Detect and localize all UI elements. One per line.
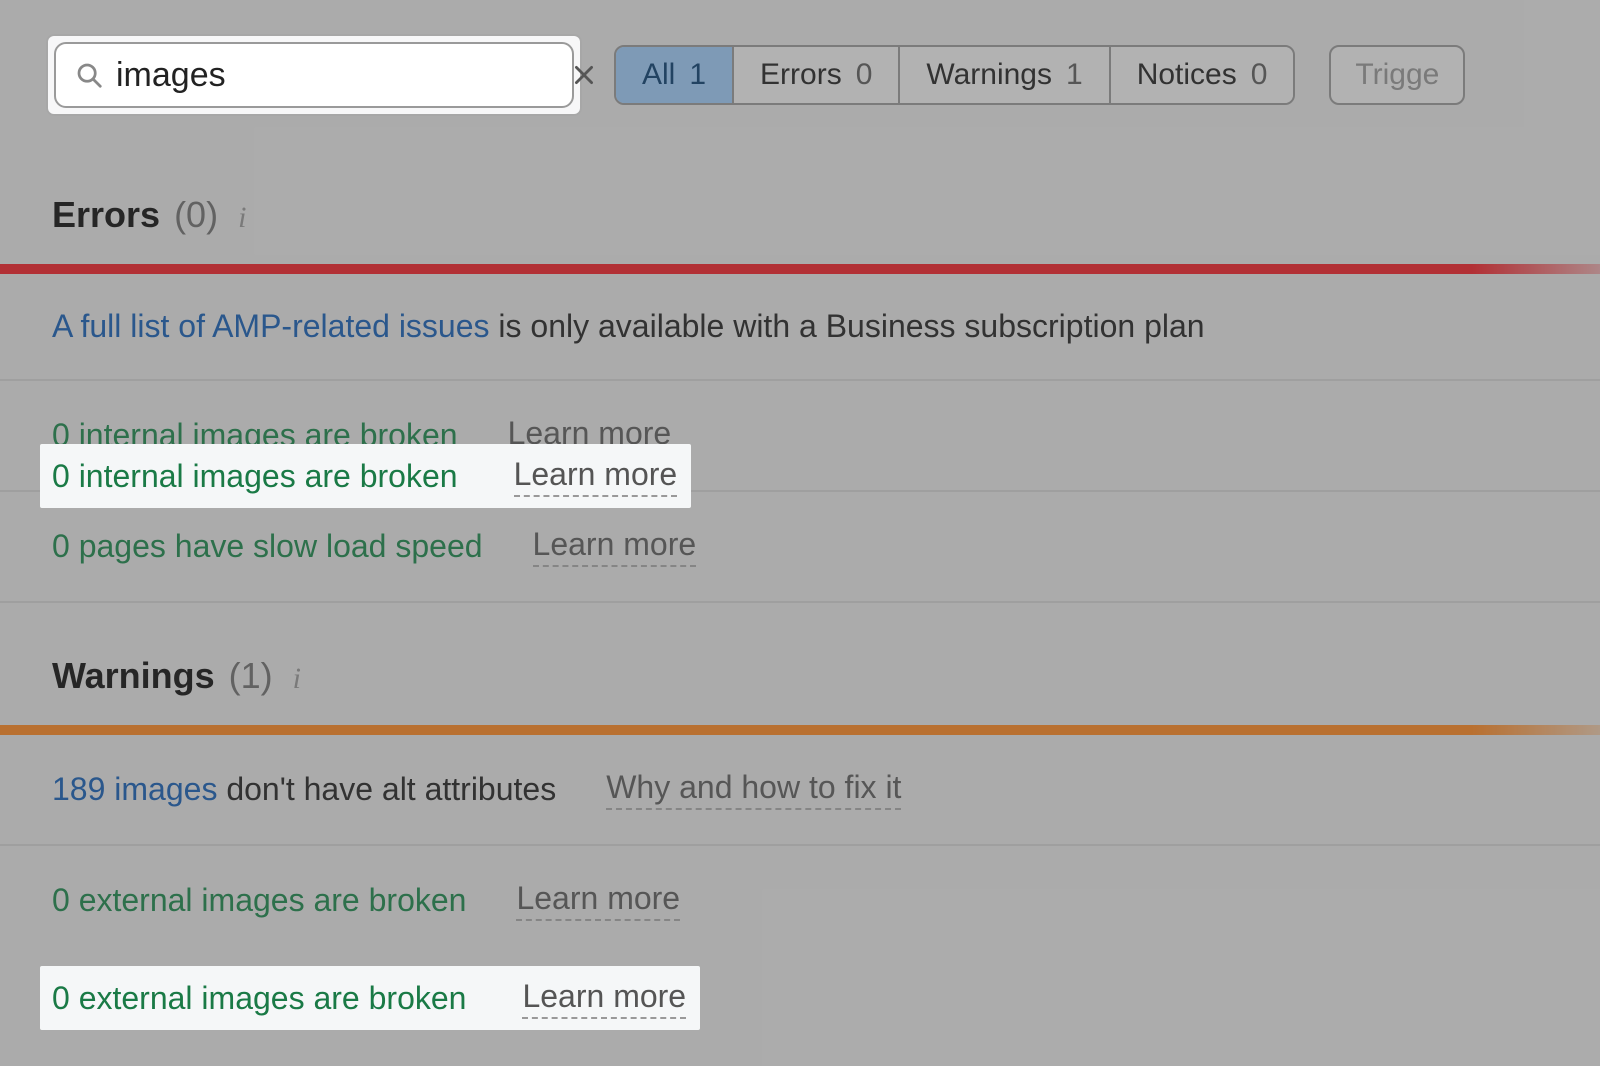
search-highlight (48, 36, 580, 114)
section-count: (0) (174, 194, 218, 236)
amp-issues-link[interactable]: A full list of AMP-related issues (52, 308, 490, 344)
filter-label: Notices (1137, 58, 1237, 92)
filter-warnings[interactable]: Warnings 1 (900, 47, 1110, 103)
highlight-text: 0 internal images are broken (52, 458, 458, 495)
close-icon (571, 62, 597, 88)
section-title: Errors (52, 194, 160, 236)
warnings-section-heading: Warnings (1) i (0, 603, 1600, 725)
why-fix-link[interactable]: Why and how to fix it (606, 769, 901, 810)
filter-notices[interactable]: Notices 0 (1111, 47, 1294, 103)
filter-count: 0 (856, 58, 873, 92)
row-amp-issues: A full list of AMP-related issues is onl… (0, 274, 1600, 381)
info-icon[interactable]: i (287, 662, 301, 696)
filter-label: Warnings (926, 58, 1052, 92)
search-field[interactable] (54, 42, 574, 108)
clear-search-button[interactable] (571, 60, 597, 90)
learn-more-link[interactable]: Learn more (516, 880, 680, 921)
trigger-button-label: Trigge (1355, 58, 1439, 92)
filter-all[interactable]: All 1 (616, 47, 734, 103)
highlight-internal-images: 0 internal images are broken Learn more (40, 444, 691, 508)
highlight-external-images: 0 external images are broken Learn more (40, 966, 700, 1030)
alt-attr-text: don't have alt attributes (217, 771, 556, 807)
row-external-images: 0 external images are broken Learn more (0, 846, 1600, 955)
learn-more-link[interactable]: Learn more (514, 456, 678, 497)
learn-more-link[interactable]: Learn more (533, 526, 697, 567)
trigger-button[interactable]: Trigge (1329, 45, 1465, 105)
learn-more-link[interactable]: Learn more (522, 978, 686, 1019)
filter-tabs: All 1 Errors 0 Warnings 1 Notices 0 (614, 45, 1295, 105)
filter-label: All (642, 58, 675, 92)
filter-errors[interactable]: Errors 0 (734, 47, 900, 103)
filter-label: Errors (760, 58, 842, 92)
filter-count: 0 (1251, 58, 1268, 92)
errors-rule (0, 264, 1600, 274)
row-slow-load: 0 pages have slow load speed Learn more (0, 492, 1600, 603)
filter-count: 1 (1066, 58, 1083, 92)
section-title: Warnings (52, 655, 215, 697)
row-alt-attributes: 189 images don't have alt attributes Why… (0, 735, 1600, 846)
alt-attr-link[interactable]: 189 images (52, 771, 217, 807)
external-images-text: 0 external images are broken (52, 882, 466, 919)
search-icon (74, 60, 104, 90)
info-icon[interactable]: i (232, 201, 246, 235)
errors-section-heading: Errors (0) i (0, 114, 1600, 264)
warnings-rule (0, 725, 1600, 735)
slow-load-text: 0 pages have slow load speed (52, 528, 483, 565)
highlight-text: 0 external images are broken (52, 980, 466, 1017)
amp-issues-text: is only available with a Business subscr… (490, 308, 1205, 344)
section-count: (1) (229, 655, 273, 697)
filter-count: 1 (689, 58, 706, 92)
search-input[interactable] (104, 56, 571, 95)
